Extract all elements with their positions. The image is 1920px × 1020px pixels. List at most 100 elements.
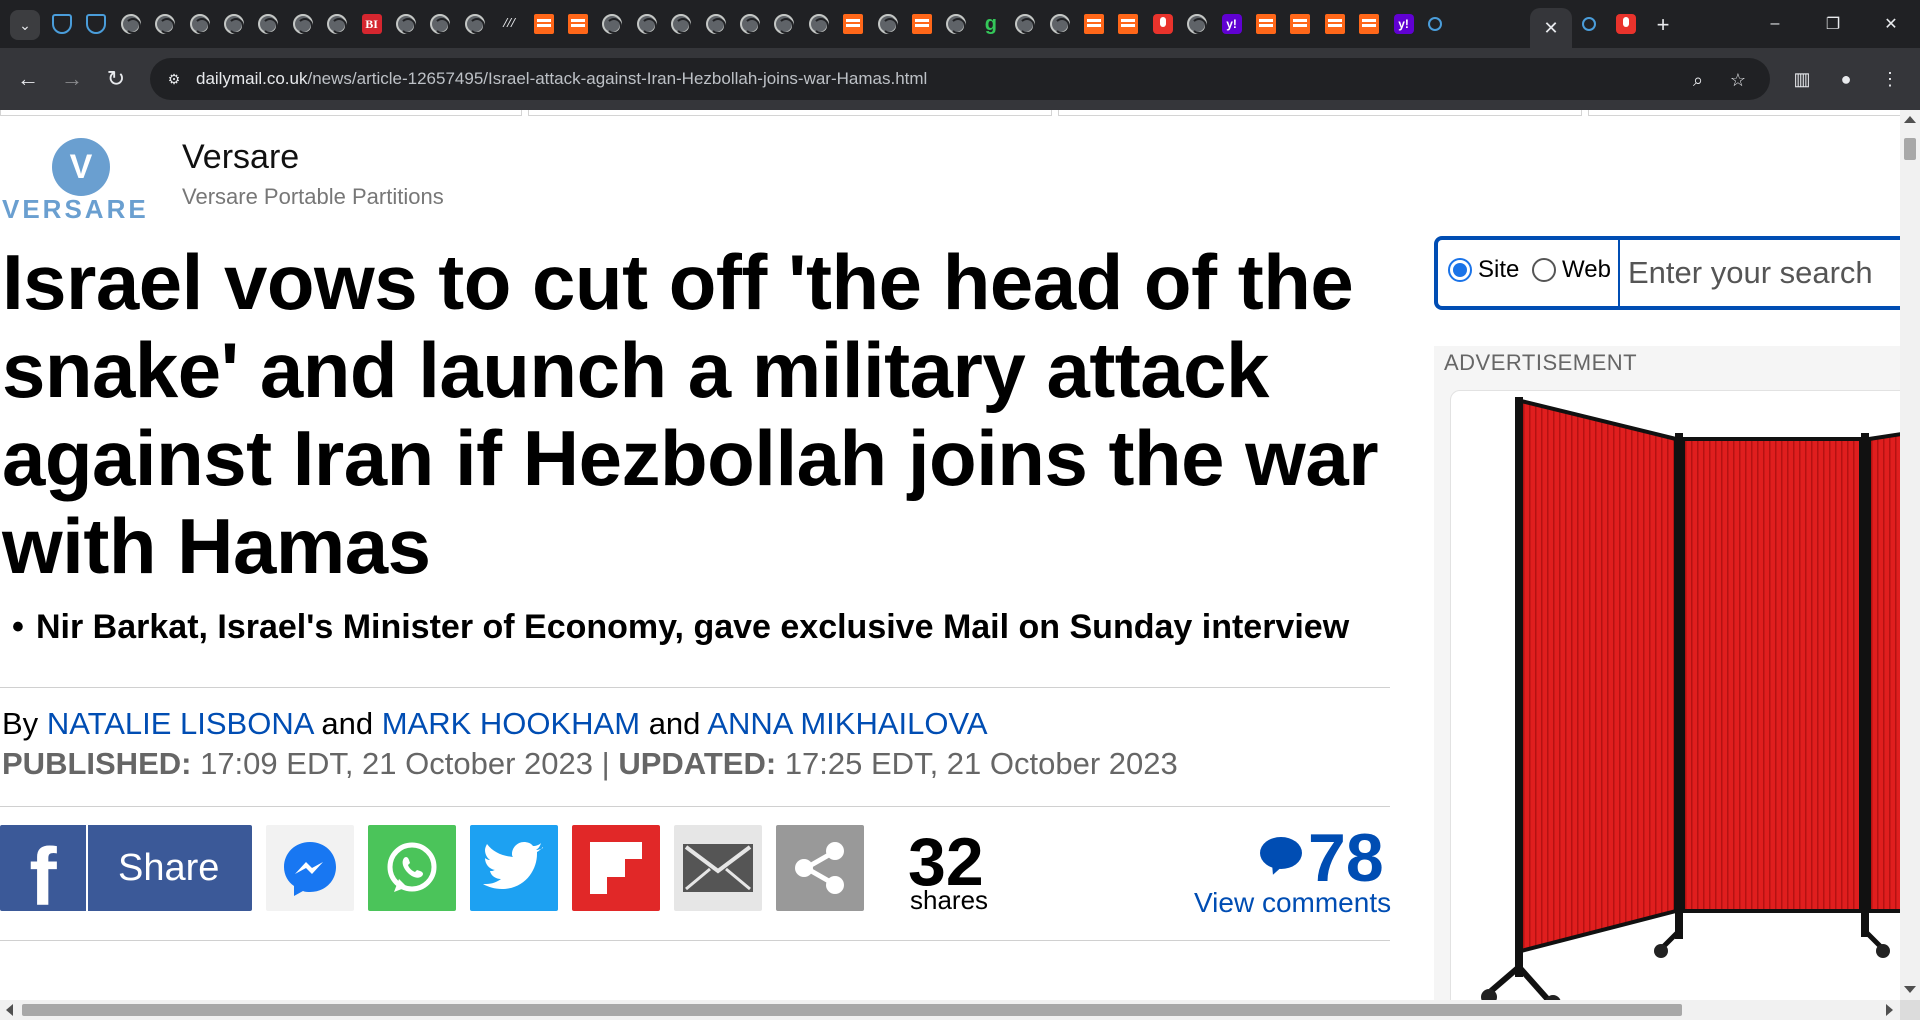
tab-yahoo-icon[interactable]: y! [1221, 14, 1242, 34]
forward-button[interactable]: → [56, 63, 88, 95]
vertical-scrollbar[interactable] [1900, 110, 1920, 1000]
author-link[interactable]: MARK HOOKHAM [382, 706, 640, 741]
partition-image[interactable] [1451, 391, 1900, 1000]
tab-active[interactable]: ✕ [1530, 8, 1572, 48]
tab-shield-icon[interactable] [52, 14, 72, 34]
tab-substack-icon[interactable] [1359, 14, 1380, 34]
tab-globe-icon[interactable] [189, 14, 210, 34]
scrollbar-thumb[interactable] [1904, 138, 1916, 160]
side-panel-icon[interactable]: ▥ [1786, 63, 1818, 95]
scroll-right-icon[interactable] [1886, 1004, 1893, 1016]
close-window-button[interactable]: ✕ [1868, 8, 1914, 40]
whatsapp-share-button[interactable] [368, 825, 456, 911]
tab-globe-icon[interactable] [705, 14, 726, 34]
tab-globe-icon[interactable] [636, 14, 657, 34]
tab-globe-icon[interactable] [327, 14, 348, 34]
tab-globe-icon[interactable] [946, 14, 967, 34]
minimize-button[interactable]: – [1752, 8, 1798, 40]
share-count-label: shares [910, 885, 989, 915]
tab-globe-icon[interactable] [740, 14, 760, 34]
flipboard-share-button[interactable] [572, 825, 660, 911]
facebook-share-button[interactable]: f Share [0, 825, 252, 911]
back-button[interactable]: ← [12, 63, 44, 95]
tab-globe-icon[interactable] [120, 14, 141, 34]
tab-substack-icon[interactable] [1256, 14, 1276, 34]
profile-icon[interactable]: ● [1830, 63, 1862, 95]
scroll-up-icon[interactable] [1904, 116, 1916, 123]
tab-globe-icon[interactable] [258, 14, 279, 34]
tab-globe-icon[interactable] [602, 14, 623, 34]
tab-yahoo-icon[interactable]: y! [1393, 14, 1414, 34]
email-share-button[interactable] [674, 825, 762, 911]
tab-globe-icon[interactable] [292, 14, 313, 34]
tab-shield-icon[interactable] [86, 14, 107, 34]
tab-substack-icon[interactable] [1118, 14, 1139, 34]
top-nav-strip [1588, 110, 1900, 116]
tab-globe-icon[interactable] [808, 14, 829, 34]
tab-substack-icon[interactable] [1084, 14, 1104, 34]
tab-substack-icon[interactable] [533, 14, 554, 34]
minimize-icon: – [1770, 15, 1780, 32]
tab-globe-icon[interactable] [430, 14, 451, 34]
author-link[interactable]: ANNA MIKHAILOVA [707, 706, 987, 741]
tab-mic-icon[interactable] [1616, 14, 1636, 34]
scroll-left-icon[interactable] [6, 1004, 13, 1016]
scrollbar-thumb[interactable] [22, 1004, 1682, 1016]
versare-logo-icon: V [52, 138, 110, 196]
view-comments-link[interactable]: View comments [1194, 887, 1391, 919]
tab-substack-icon[interactable] [1290, 14, 1311, 34]
menu-kebab-icon[interactable]: ⋮ [1874, 63, 1906, 95]
tab-globe-icon[interactable] [464, 14, 485, 34]
web-page: V VERSARE Versare Versare Portable Parti… [0, 110, 1900, 1000]
address-bar[interactable]: ⚙ dailymail.co.uk/news/article-12657495/… [150, 58, 1770, 100]
comment-count[interactable]: 78 [1308, 819, 1384, 897]
envelope-icon [683, 844, 753, 892]
tab-substack-icon[interactable] [568, 14, 588, 34]
more-share-button[interactable] [776, 825, 864, 911]
tab-search-icon[interactable] [1582, 17, 1596, 31]
tab-g-icon[interactable]: g [981, 14, 1001, 34]
tab-search-icon[interactable] [1428, 17, 1442, 31]
flipboard-icon [590, 842, 642, 894]
sponsor-block[interactable]: V VERSARE Versare Versare Portable Parti… [0, 124, 600, 224]
ad-card[interactable] [1450, 390, 1900, 1000]
tab-globe-icon[interactable] [224, 14, 244, 34]
tab-globe-icon[interactable] [1187, 14, 1208, 34]
tab-globe-icon[interactable] [1015, 14, 1036, 34]
scroll-down-icon[interactable] [1904, 986, 1916, 993]
radio-site[interactable] [1448, 258, 1472, 282]
site-settings-icon[interactable]: ⚙ [164, 69, 184, 89]
tab-substack-icon[interactable] [843, 14, 864, 34]
sponsor-name[interactable]: Versare [182, 138, 299, 177]
tab-globe-icon[interactable] [1049, 14, 1070, 34]
radio-web-label[interactable]: Web [1562, 256, 1611, 284]
tab-bi-icon[interactable]: BI [361, 14, 382, 34]
bookmark-star-icon[interactable]: ☆ [1726, 68, 1750, 92]
close-icon[interactable]: ✕ [1543, 18, 1558, 39]
new-tab-button[interactable]: + [1648, 10, 1678, 40]
comment-bubble-icon[interactable] [1260, 837, 1302, 869]
tab-globe-icon[interactable] [671, 14, 692, 34]
tab-nyt-icon[interactable]: /// [499, 14, 519, 34]
radio-web[interactable] [1532, 258, 1556, 282]
reload-button[interactable]: ↻ [100, 63, 132, 95]
tab-globe-icon[interactable] [396, 14, 416, 34]
tab-search-button[interactable]: ⌄ [10, 10, 40, 40]
tab-globe-icon[interactable] [774, 14, 795, 34]
url-text[interactable]: dailymail.co.uk/news/article-12657495/Is… [196, 69, 927, 89]
top-nav-strip [0, 110, 522, 116]
messenger-share-button[interactable] [266, 825, 354, 911]
tab-substack-icon[interactable] [1324, 14, 1345, 34]
restore-button[interactable]: ❐ [1810, 8, 1856, 40]
tab-substack-icon[interactable] [912, 14, 932, 34]
tab-globe-icon[interactable] [877, 14, 898, 34]
twitter-share-button[interactable] [470, 825, 558, 911]
facebook-share-label: Share [118, 847, 220, 889]
horizontal-scrollbar[interactable] [0, 1000, 1900, 1020]
tab-globe-icon[interactable] [155, 14, 176, 34]
author-link[interactable]: NATALIE LISBONA [47, 706, 313, 741]
zoom-icon[interactable]: ⌕ [1686, 68, 1710, 92]
tab-mic-icon[interactable] [1152, 14, 1173, 34]
search-input[interactable] [1628, 250, 1900, 296]
radio-site-label[interactable]: Site [1478, 256, 1519, 284]
